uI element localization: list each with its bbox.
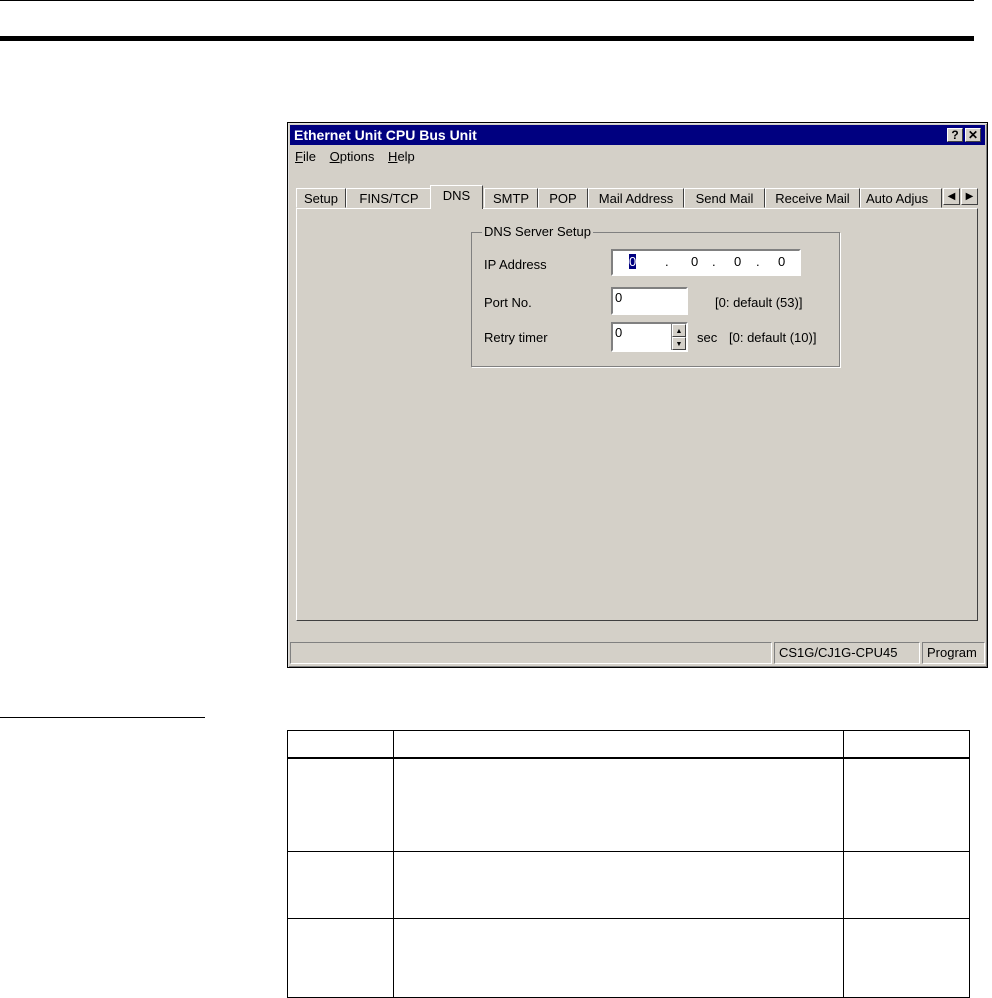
page-header-rule xyxy=(0,36,974,41)
menu-file[interactable]: File xyxy=(290,147,321,164)
retry-timer-stepper[interactable]: 0 ▲ ▼ xyxy=(611,322,688,352)
ip-dot-2: . xyxy=(712,254,716,269)
table-cell xyxy=(287,918,394,998)
ip-dot-3: . xyxy=(756,254,760,269)
page-top-rule xyxy=(0,0,974,1)
tab-mail-address[interactable]: Mail Address xyxy=(588,188,684,208)
spin-up-button[interactable]: ▲ xyxy=(672,324,686,337)
group-title: DNS Server Setup xyxy=(482,224,593,239)
tab-dns[interactable]: DNS xyxy=(430,185,483,209)
ip-address-label: IP Address xyxy=(484,257,547,272)
table-cell xyxy=(393,851,844,919)
status-cell-main xyxy=(290,642,772,664)
retry-unit-label: sec xyxy=(697,330,718,345)
status-bar: CS1G/CJ1G-CPU45 Program xyxy=(290,642,985,664)
status-mode: Program xyxy=(922,642,985,664)
retry-timer-value: 0 xyxy=(615,325,623,340)
table-header-row xyxy=(287,730,970,759)
menu-options[interactable]: Options xyxy=(325,147,380,164)
menu-bar: File Options Help xyxy=(290,147,420,167)
tab-fins-tcp[interactable]: FINS/TCP xyxy=(346,188,432,208)
title-bar: Ethernet Unit CPU Bus Unit ? ✕ xyxy=(290,125,985,145)
table-cell xyxy=(393,918,844,998)
table-row xyxy=(287,757,970,852)
table-cell xyxy=(843,851,970,919)
port-no-label: Port No. xyxy=(484,295,532,310)
window-title: Ethernet Unit CPU Bus Unit xyxy=(294,127,477,143)
ip-address-input[interactable]: 0 . 0 . 0 . 0 xyxy=(611,249,801,276)
dns-server-group: DNS Server Setup IP Address 0 . 0 . 0 . … xyxy=(471,224,840,367)
table-cell xyxy=(287,757,394,852)
retry-default-hint: [0: default (10)] xyxy=(729,330,817,345)
table-cell xyxy=(843,730,970,759)
ip-octet-3: 0 xyxy=(734,254,742,269)
tab-auto-adjust[interactable]: Auto Adjus xyxy=(860,188,942,208)
table-row xyxy=(287,851,970,919)
retry-timer-label: Retry timer xyxy=(484,330,548,345)
settings-window: Ethernet Unit CPU Bus Unit ? ✕ File Opti… xyxy=(287,122,988,668)
port-no-input[interactable]: 0 xyxy=(611,287,688,315)
parameter-table xyxy=(287,730,970,998)
spin-control: ▲ ▼ xyxy=(671,324,686,350)
spin-down-button[interactable]: ▼ xyxy=(672,337,686,350)
close-button[interactable]: ✕ xyxy=(965,128,981,142)
ip-dot-1: . xyxy=(665,254,669,269)
menu-help[interactable]: Help xyxy=(383,147,420,164)
table-cell xyxy=(287,851,394,919)
table-row xyxy=(287,918,970,998)
tab-receive-mail[interactable]: Receive Mail xyxy=(765,188,860,208)
status-model: CS1G/CJ1G-CPU45 xyxy=(774,642,920,664)
tab-panel: DNS Server Setup IP Address 0 . 0 . 0 . … xyxy=(296,208,978,621)
help-button[interactable]: ? xyxy=(947,128,963,142)
ip-octet-4: 0 xyxy=(778,254,786,269)
table-cell xyxy=(843,757,970,852)
table-cell xyxy=(393,757,844,852)
ip-octet-1: 0 xyxy=(629,254,637,269)
tab-smtp[interactable]: SMTP xyxy=(484,188,538,208)
tab-scroll-left-button[interactable]: ◀ xyxy=(943,188,960,205)
side-heading-rule xyxy=(0,717,205,718)
table-cell xyxy=(843,918,970,998)
table-cell xyxy=(393,730,844,759)
tab-scroll-right-button[interactable]: ▶ xyxy=(961,188,978,205)
tab-setup[interactable]: Setup xyxy=(296,188,346,208)
port-default-hint: [0: default (53)] xyxy=(715,295,803,310)
ip-octet-2: 0 xyxy=(691,254,699,269)
tab-pop[interactable]: POP xyxy=(538,188,588,208)
tab-strip: Setup FINS/TCP DNS SMTP POP Mail Address… xyxy=(296,185,986,209)
tab-send-mail[interactable]: Send Mail xyxy=(684,188,765,208)
table-cell xyxy=(287,730,394,759)
